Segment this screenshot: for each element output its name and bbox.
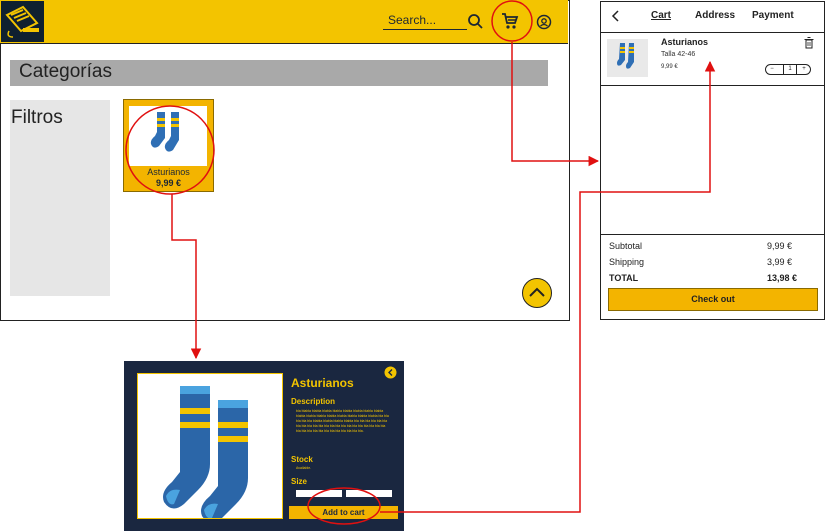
quantity-value: 1 xyxy=(783,64,797,75)
cart-item-name: Asturianos xyxy=(661,37,709,47)
tab-payment[interactable]: Payment xyxy=(752,10,794,21)
shipping-label: Shipping xyxy=(609,257,645,267)
quantity-stepper[interactable]: − 1 + xyxy=(765,64,811,75)
product-card-price: 9,99 € xyxy=(155,178,182,188)
sock-icon[interactable] xyxy=(129,106,207,166)
scroll-top-button[interactable] xyxy=(522,278,552,308)
filters-title: Filtros xyxy=(11,107,63,128)
product-card-name: Asturianos xyxy=(147,167,190,177)
tab-address[interactable]: Address xyxy=(695,10,735,21)
chevron-up-icon xyxy=(529,287,545,297)
shipping-value: 3,99 € xyxy=(767,257,793,267)
description-heading: Description xyxy=(291,397,336,406)
stock-heading: Stock xyxy=(291,455,313,464)
product-image xyxy=(137,373,283,523)
total-value: 13,98 € xyxy=(767,273,798,283)
back-chevron-icon[interactable] xyxy=(611,9,621,27)
add-to-cart-button[interactable]: Add to cart xyxy=(289,506,398,519)
decrement-button[interactable]: − xyxy=(766,64,778,75)
cart-icon[interactable] xyxy=(501,12,519,35)
search-icon[interactable] xyxy=(467,13,483,34)
detail-product-name: Asturianos xyxy=(291,376,354,390)
divider xyxy=(601,234,824,235)
search-input[interactable]: Search... xyxy=(388,13,436,27)
size-heading: Size xyxy=(291,477,308,486)
divider xyxy=(601,32,824,33)
cart-item-price: 9,99 € xyxy=(661,64,678,70)
tab-cart[interactable]: Cart xyxy=(651,10,671,21)
size-option[interactable] xyxy=(346,490,392,497)
divider xyxy=(601,85,824,86)
cart-item-size: Talla 42-46 xyxy=(661,51,696,58)
size-option[interactable] xyxy=(296,490,342,497)
filters-panel xyxy=(10,100,110,296)
stock-text: Available. xyxy=(296,466,312,470)
subtotal-value: 9,99 € xyxy=(767,241,793,251)
description-text: bla blabla blabla blabla blabla blabla b… xyxy=(296,409,389,433)
increment-button[interactable]: + xyxy=(798,64,810,75)
logo-icon[interactable] xyxy=(1,1,44,42)
cart-item-thumbnail xyxy=(607,39,648,77)
categories-title: Categorías xyxy=(19,61,112,82)
user-icon[interactable] xyxy=(536,14,552,35)
trash-icon[interactable] xyxy=(804,36,814,54)
subtotal-label: Subtotal xyxy=(609,241,643,251)
back-circle-icon[interactable] xyxy=(384,366,397,379)
total-label: TOTAL xyxy=(609,273,639,283)
checkout-button[interactable]: Check out xyxy=(608,288,818,311)
search-underline xyxy=(383,29,467,30)
